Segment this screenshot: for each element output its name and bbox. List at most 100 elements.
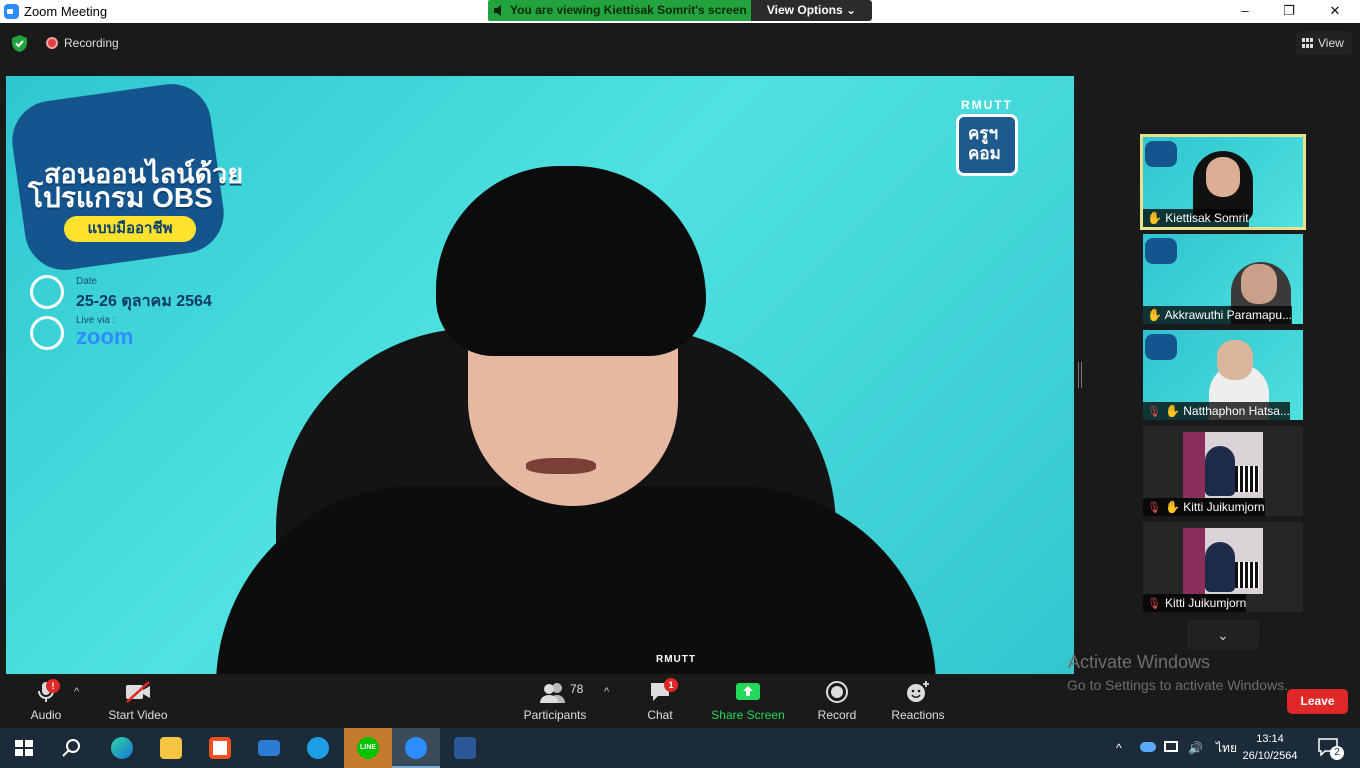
taskbar-zoom[interactable]: [392, 728, 440, 768]
view-options-label: View Options: [766, 3, 843, 17]
participants-label: Participants: [523, 708, 587, 722]
onedrive-cloud-icon[interactable]: [1140, 742, 1156, 752]
clock-date: 26/10/2564: [1242, 750, 1298, 762]
share-screen-button[interactable]: Share Screen: [708, 680, 788, 724]
close-button[interactable]: ✕: [1312, 0, 1358, 23]
panel-resize-handle[interactable]: [1078, 362, 1082, 388]
participant-name: 🎙 Kitti Juikumjorn: [1143, 594, 1247, 612]
muted-mic-icon: 🎙: [1147, 598, 1161, 610]
clock-time: 13:14: [1256, 733, 1284, 745]
edge-browser-icon: [111, 737, 133, 759]
participant-name: ✋ Kiettisak Somrit: [1143, 209, 1249, 227]
video-off-icon: [126, 681, 150, 703]
security-shield-icon[interactable]: [12, 35, 27, 52]
mail-envelope-icon: [258, 740, 280, 756]
taskbar-word[interactable]: [441, 728, 489, 768]
video-camera-icon: [30, 316, 64, 350]
scroll-participants-down-button[interactable]: ⌄: [1187, 620, 1259, 650]
taskbar-file-explorer[interactable]: [147, 728, 195, 768]
taskbar-clock[interactable]: 13:14 26/10/2564: [1232, 731, 1308, 765]
reactions-button[interactable]: Reactions: [888, 680, 948, 724]
zoom-app-icon: [405, 737, 427, 759]
activate-windows-subtitle: Go to Settings to activate Windows.: [1067, 677, 1288, 693]
recording-indicator-icon: [46, 37, 58, 49]
participant-name: 🎙 ✋ Natthaphon Hatsa...: [1143, 402, 1290, 420]
record-icon: [826, 681, 848, 703]
participants-options-caret[interactable]: ^: [604, 686, 609, 698]
store-bag-icon: [209, 737, 231, 759]
participant-face: [1217, 340, 1253, 380]
raised-hand-icon: ✋: [1164, 404, 1184, 418]
muted-mic-icon: 🎙: [1147, 502, 1161, 514]
start-video-button[interactable]: Start Video: [100, 680, 176, 724]
presenter-shirt: [216, 486, 936, 674]
windows-logo-icon: [15, 740, 33, 756]
participants-button[interactable]: 78 Participants: [520, 680, 590, 724]
mini-slide-badge: [1145, 238, 1177, 264]
leave-meeting-button[interactable]: Leave: [1287, 689, 1348, 714]
participant-tile[interactable]: 🎙 ✋ Kitti Juikumjorn: [1143, 426, 1303, 516]
slide-accent-bar: [1183, 432, 1205, 498]
activate-windows-title: Activate Windows: [1068, 652, 1211, 672]
shared-screen-video: สอนออนไลน์ด้วย โปรแกรม OBS แบบมืออาชีพ D…: [6, 76, 1074, 674]
mini-slide-badge: [1145, 334, 1177, 360]
notification-center-button[interactable]: 2: [1316, 736, 1344, 760]
share-screen-label: Share Screen: [711, 708, 785, 722]
minimize-button[interactable]: –: [1222, 0, 1268, 23]
maximize-button[interactable]: ❐: [1266, 0, 1312, 23]
rmutt-logo-line2: คอม: [968, 144, 1001, 163]
participant-tile[interactable]: ✋ Akkrawuthi Paramapu...: [1143, 234, 1303, 324]
grid-view-icon: [1302, 38, 1313, 48]
show-hidden-icons-caret[interactable]: ^: [1116, 728, 1122, 768]
speaker-icon: [494, 5, 501, 16]
overlay-title-line2: โปรแกรม OBS: [28, 182, 213, 213]
viewing-banner-text: You are viewing Kiettisak Somrit's scree…: [510, 3, 747, 17]
zoom-app-icon: [4, 4, 19, 19]
search-icon: [62, 739, 80, 757]
volume-icon[interactable]: 🔊: [1188, 728, 1203, 768]
participants-count: 78: [570, 682, 584, 696]
taskbar-line[interactable]: LINE: [344, 728, 392, 768]
taskbar-mail[interactable]: [245, 728, 293, 768]
presenter-mouth: [526, 458, 596, 474]
participant-tile[interactable]: ✋ Kiettisak Somrit: [1140, 134, 1306, 230]
shirt-logo-text: RMUTT: [656, 654, 696, 665]
rmutt-logo-text: RMUTT: [961, 98, 1013, 112]
record-button[interactable]: Record: [814, 680, 860, 724]
taskbar-store[interactable]: [196, 728, 244, 768]
taskbar-edge[interactable]: [98, 728, 146, 768]
windows-taskbar: LINE ^ 🔊 ไทย 13:14 26/10/2564 2: [0, 728, 1360, 768]
chevron-down-icon: ⌄: [846, 3, 857, 17]
presenter-hair: [436, 166, 706, 356]
network-icon[interactable]: [1164, 741, 1178, 752]
view-label: View: [1318, 36, 1344, 50]
search-button[interactable]: [48, 728, 96, 768]
audio-options-caret[interactable]: ^: [74, 686, 79, 698]
view-button[interactable]: View: [1296, 31, 1352, 55]
audio-alert-badge: !: [46, 679, 60, 693]
overlay-pill: แบบมืออาชีพ: [64, 216, 196, 242]
qr-code-icon: [1235, 466, 1259, 492]
start-video-label: Start Video: [108, 708, 168, 722]
slide-accent-bar: [1183, 528, 1205, 594]
participant-figure: [1205, 446, 1235, 496]
chat-label: Chat: [647, 708, 673, 722]
raised-hand-icon: ✋: [1164, 500, 1184, 514]
raised-hand-icon: ✋: [1147, 308, 1165, 322]
raised-hand-icon: ✋: [1147, 211, 1166, 225]
start-button[interactable]: [0, 728, 48, 768]
date-label: Date: [76, 276, 98, 287]
reactions-label: Reactions: [891, 708, 945, 722]
participant-name: 🎙 ✋ Kitti Juikumjorn: [1143, 498, 1265, 516]
recording-label: Recording: [64, 36, 119, 50]
view-options-button[interactable]: View Options ⌄: [751, 0, 872, 21]
viewing-screen-banner: You are viewing Kiettisak Somrit's scree…: [488, 0, 751, 21]
taskbar-internet-explorer[interactable]: [294, 728, 342, 768]
calendar-icon: [30, 275, 64, 309]
participant-tile[interactable]: 🎙 ✋ Natthaphon Hatsa...: [1143, 330, 1303, 420]
participant-tile[interactable]: 🎙 Kitti Juikumjorn: [1143, 522, 1303, 612]
smiley-plus-icon: [907, 681, 929, 702]
participants-icon: [540, 683, 565, 703]
participant-face: [1206, 157, 1240, 197]
muted-mic-icon: 🎙: [1147, 406, 1161, 418]
